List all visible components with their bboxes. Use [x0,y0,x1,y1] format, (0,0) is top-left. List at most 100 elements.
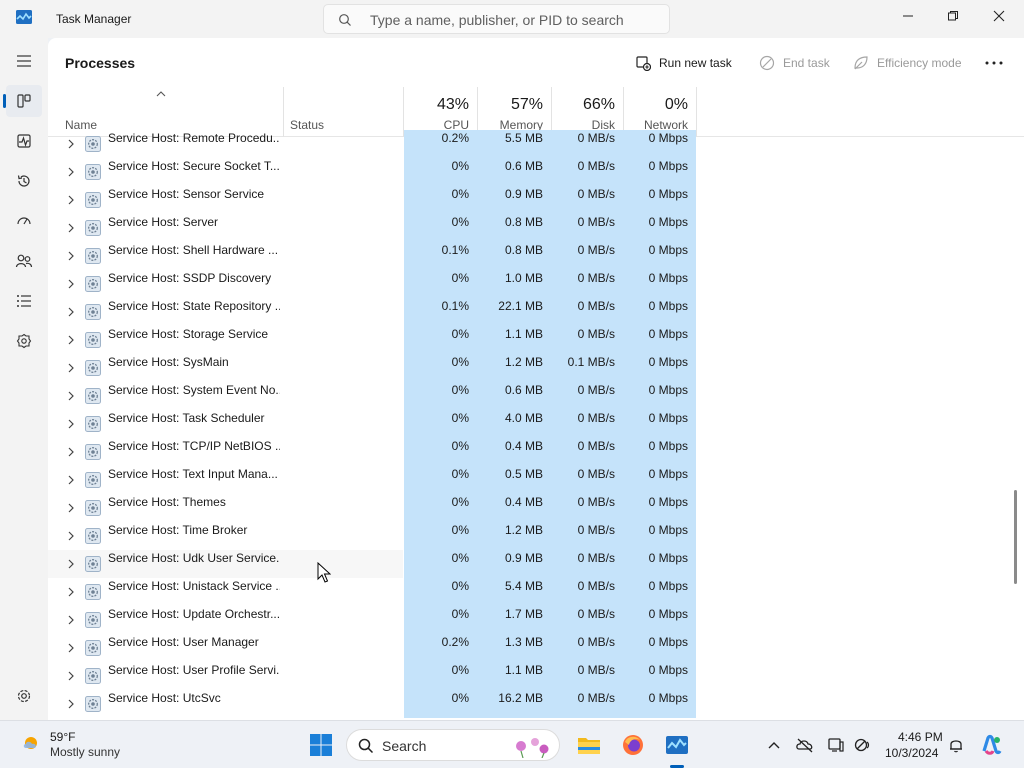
table-row[interactable]: Service Host: Server 0% 0.8 MB 0 MB/s 0 Mbps [48,214,1024,242]
table-row[interactable]: Service Host: Themes 0% 0.4 MB 0 MB/s 0 Mbps [48,494,1024,522]
name-cell[interactable]: Service Host: System Event No... [48,382,283,410]
expand-chevron-icon[interactable] [67,195,75,205]
expand-chevron-icon[interactable] [67,167,75,177]
table-row[interactable]: Service Host: State Repository ... 0.1% 22… [48,298,1024,326]
network-speaker-status-icon[interactable] [854,737,872,753]
name-cell[interactable]: Service Host: Themes [48,494,283,522]
minimize-button[interactable] [885,0,931,32]
maximize-button[interactable] [930,0,976,32]
expand-chevron-icon[interactable] [67,251,75,261]
nav-details[interactable] [6,285,42,317]
name-cell[interactable]: Service Host: Secure Socket T... [48,158,283,186]
name-cell[interactable]: Service Host: Shell Hardware ... [48,242,283,270]
windows-start-icon[interactable] [309,733,333,757]
memory-cell: 5.4 MB [477,578,551,606]
table-row[interactable]: Service Host: Udk User Service... 0% 0.9 M… [48,550,1024,578]
expand-chevron-icon[interactable] [67,531,75,541]
expand-chevron-icon[interactable] [67,475,75,485]
expand-chevron-icon[interactable] [67,419,75,429]
expand-chevron-icon[interactable] [67,643,75,653]
table-row[interactable]: Service Host: SysMain 0% 1.2 MB 0.1 MB/s 0 M… [48,354,1024,382]
table-row[interactable]: Service Host: User Profile Servi... 0% 1.1… [48,662,1024,690]
name-cell[interactable]: Service Host: Unistack Service ... [48,578,283,606]
name-cell[interactable]: Service Host: Sensor Service [48,186,283,214]
table-row[interactable]: Service Host: System Event No... 0% 0.6 MB… [48,382,1024,410]
more-options-button[interactable] [985,53,1003,73]
clock-date[interactable]: 10/3/2024 [885,746,938,760]
expand-chevron-icon[interactable] [67,503,75,513]
nav-processes[interactable] [3,85,42,117]
expand-chevron-icon[interactable] [67,699,75,709]
nav-performance[interactable] [6,125,42,157]
expand-chevron-icon[interactable] [67,139,75,149]
expand-chevron-icon[interactable] [67,279,75,289]
firefox-icon[interactable] [621,733,645,757]
nav-services[interactable] [6,325,42,357]
name-cell[interactable]: Service Host: Time Broker [48,522,283,550]
expand-chevron-icon[interactable] [67,587,75,597]
nav-users[interactable] [6,245,42,277]
hamburger-menu-button[interactable] [6,45,42,77]
notification-bell-icon[interactable] [947,737,965,753]
table-row[interactable]: Service Host: Task Scheduler 0% 4.0 MB 0 MB… [48,410,1024,438]
expand-chevron-icon[interactable] [67,223,75,233]
table-row[interactable]: Service Host: User Manager 0.2% 1.3 MB 0 MB… [48,634,1024,662]
weather-description[interactable]: Mostly sunny [50,745,120,759]
name-cell[interactable]: Service Host: Storage Service [48,326,283,354]
copilot-icon[interactable] [980,733,1004,757]
table-row[interactable]: Service Host: Shell Hardware ... 0.1% 0.8 … [48,242,1024,270]
end-task-button[interactable]: End task [759,53,830,73]
name-cell[interactable]: Service Host: Server [48,214,283,242]
table-row[interactable]: Service Host: Text Input Mana... 0% 0.5 MB… [48,466,1024,494]
search-input[interactable]: Type a name, publisher, or PID to search [323,4,670,34]
name-cell[interactable]: Service Host: TCP/IP NetBIOS ... [48,438,283,466]
file-explorer-icon[interactable] [577,733,601,757]
process-name: Service Host: User Profile Servi... [108,663,280,677]
nav-startup-apps[interactable] [6,205,42,237]
run-new-task-button[interactable]: Run new task [635,53,732,73]
process-name: Service Host: Task Scheduler [108,411,265,425]
onedrive-offline-icon[interactable] [796,737,814,753]
expand-chevron-icon[interactable] [67,335,75,345]
table-row[interactable]: Service Host: Unistack Service ... 0% 5.4 … [48,578,1024,606]
taskbar-search-box[interactable]: Search [346,729,560,761]
efficiency-mode-button[interactable]: Efficiency mode [853,53,962,73]
table-row[interactable]: Service Host: Remote Procedu... 0.2% 5.5 M… [48,130,1024,158]
table-row[interactable]: Service Host: SSDP Discovery 0% 1.0 MB 0 MB… [48,270,1024,298]
task-manager-taskbar-icon[interactable] [665,733,689,757]
expand-chevron-icon[interactable] [67,363,75,373]
clock-time[interactable]: 4:46 PM [898,730,943,744]
tablet-device-icon[interactable] [827,737,845,753]
name-cell[interactable]: Service Host: State Repository ... [48,298,283,326]
expand-chevron-icon[interactable] [67,391,75,401]
show-hidden-icons-chevron-icon[interactable] [765,737,783,753]
name-cell[interactable]: Service Host: User Manager [48,634,283,662]
expand-chevron-icon[interactable] [67,307,75,317]
weather-sun-icon[interactable] [20,732,42,754]
name-cell[interactable]: Service Host: UtcSvc [48,690,283,718]
name-cell[interactable]: Service Host: Task Scheduler [48,410,283,438]
close-button[interactable] [976,0,1022,32]
expand-chevron-icon[interactable] [67,447,75,457]
nav-app-history[interactable] [6,165,42,197]
table-row[interactable]: Service Host: Storage Service 0% 1.1 MB 0 M… [48,326,1024,354]
name-cell[interactable]: Service Host: Remote Procedu... [48,130,283,158]
table-row[interactable]: Service Host: Sensor Service 0% 0.9 MB 0 MB… [48,186,1024,214]
name-cell[interactable]: Service Host: SSDP Discovery [48,270,283,298]
weather-temperature[interactable]: 59°F [50,730,75,744]
table-row[interactable]: Service Host: Update Orchestr... 0% 1.7 MB… [48,606,1024,634]
name-cell[interactable]: Service Host: Udk User Service... [48,550,283,578]
name-cell[interactable]: Service Host: User Profile Servi... [48,662,283,690]
name-cell[interactable]: Service Host: Update Orchestr... [48,606,283,634]
nav-settings[interactable] [6,680,42,712]
name-cell[interactable]: Service Host: Text Input Mana... [48,466,283,494]
table-row[interactable]: Service Host: Time Broker 0% 1.2 MB 0 MB/s 0… [48,522,1024,550]
expand-chevron-icon[interactable] [67,615,75,625]
table-row[interactable]: Service Host: UtcSvc 0% 16.2 MB 0 MB/s 0 Mbp… [48,690,1024,718]
table-row[interactable]: Service Host: Secure Socket T... 0% 0.6 MB… [48,158,1024,186]
name-cell[interactable]: Service Host: SysMain [48,354,283,382]
table-row[interactable]: Service Host: TCP/IP NetBIOS ... 0% 0.4 MB… [48,438,1024,466]
expand-chevron-icon[interactable] [67,559,75,569]
vertical-scrollbar-thumb[interactable] [1014,490,1017,584]
expand-chevron-icon[interactable] [67,671,75,681]
